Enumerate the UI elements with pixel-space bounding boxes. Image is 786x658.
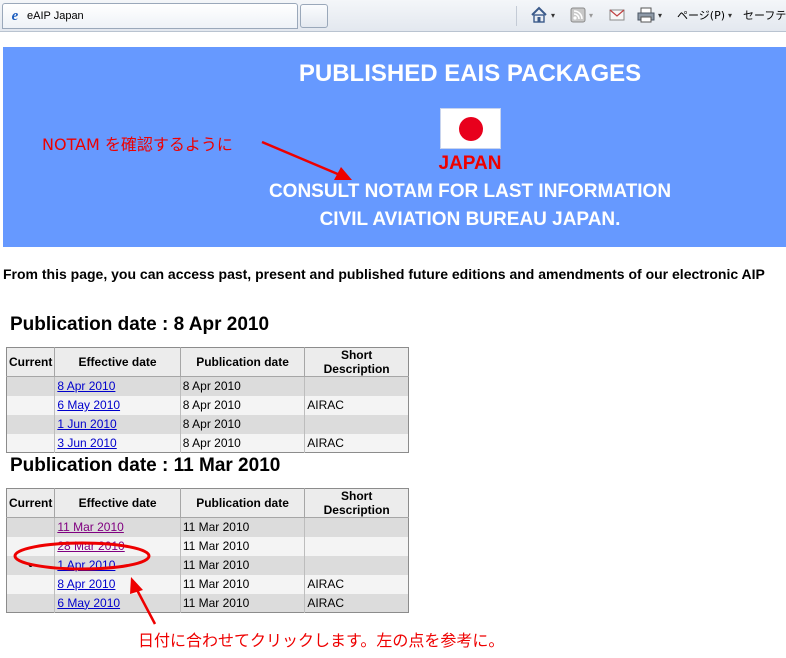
- short-description-cell: [304, 414, 409, 434]
- column-header-effective-date: Effective date: [54, 488, 181, 518]
- country-name: JAPAN: [438, 153, 502, 174]
- authority-name: CIVIL AVIATION BUREAU JAPAN.: [319, 209, 621, 230]
- flag-sun-disc: [459, 117, 483, 141]
- table-row: 28 Mar 2010 11 Mar 2010: [6, 536, 409, 556]
- browser-toolbar: e eAIP Japan ▾ ▾ ▾ ページ(P) ▾ セーフテ: [0, 0, 786, 32]
- effective-date-link[interactable]: 8 Apr 2010: [57, 577, 115, 591]
- column-header-effective-date: Effective date: [54, 347, 181, 377]
- column-header-publication-date: Publication date: [179, 347, 305, 377]
- safety-menu-label: セーフティ: [743, 9, 786, 22]
- chevron-down-icon[interactable]: ▾: [589, 11, 593, 20]
- current-marker: [6, 517, 55, 537]
- effective-date-cell: 28 Mar 2010: [54, 536, 181, 556]
- table-header-row: Current Effective date Publication date …: [6, 347, 409, 377]
- table-row: 8 Apr 2010 8 Apr 2010: [6, 376, 409, 396]
- mail-icon: [609, 9, 625, 21]
- safety-menu[interactable]: セーフティ: [743, 5, 786, 25]
- internet-explorer-icon: e: [11, 8, 19, 24]
- effective-date-link[interactable]: 8 Apr 2010: [57, 379, 115, 393]
- effective-date-cell: 8 Apr 2010: [54, 574, 181, 594]
- current-marker: [6, 536, 55, 556]
- publication-date-cell: 11 Mar 2010: [179, 517, 305, 537]
- short-description-cell: [304, 536, 409, 556]
- column-header-short-description: Short Description: [304, 488, 409, 518]
- consult-notam-notice: CONSULT NOTAM FOR LAST INFORMATION: [268, 181, 672, 202]
- table-row: 6 May 2010 8 Apr 2010 AIRAC: [6, 395, 409, 415]
- home-button[interactable]: ▾: [530, 5, 555, 25]
- effective-date-cell: 8 Apr 2010: [54, 376, 181, 396]
- effective-date-link[interactable]: 3 Jun 2010: [57, 436, 116, 450]
- section-heading: Publication date : 11 Mar 2010: [10, 455, 281, 476]
- chevron-down-icon[interactable]: ▾: [551, 11, 555, 20]
- effective-date-link[interactable]: 11 Mar 2010: [57, 520, 124, 534]
- new-tab-button[interactable]: [300, 4, 328, 28]
- table-row: 1 Jun 2010 8 Apr 2010: [6, 414, 409, 434]
- click-instruction-annotation: 日付に合わせてクリックします。左の点を参考に。: [138, 631, 505, 650]
- effective-date-link[interactable]: 6 May 2010: [57, 596, 120, 610]
- mail-button[interactable]: [609, 5, 625, 25]
- current-marker: •: [6, 555, 55, 575]
- effective-date-link[interactable]: 28 Mar 2010: [57, 539, 124, 553]
- effective-date-cell: 3 Jun 2010: [54, 433, 181, 453]
- short-description-cell: AIRAC: [304, 574, 409, 594]
- japan-flag-icon: [440, 108, 501, 149]
- publication-date-cell: 11 Mar 2010: [179, 593, 305, 613]
- section-heading: Publication date : 8 Apr 2010: [10, 314, 270, 335]
- feeds-button[interactable]: ▾: [570, 5, 593, 25]
- publication-date-cell: 8 Apr 2010: [179, 433, 305, 453]
- browser-tab[interactable]: e eAIP Japan: [2, 3, 298, 29]
- publication-date-cell: 11 Mar 2010: [179, 536, 305, 556]
- short-description-cell: AIRAC: [304, 433, 409, 453]
- printer-icon: [637, 7, 655, 23]
- print-button[interactable]: ▾: [637, 5, 662, 25]
- effective-date-link[interactable]: 6 May 2010: [57, 398, 120, 412]
- short-description-cell: [304, 517, 409, 537]
- column-header-current: Current: [6, 488, 55, 518]
- table-row: 11 Mar 2010 11 Mar 2010: [6, 517, 409, 537]
- chevron-down-icon[interactable]: ▾: [728, 11, 732, 20]
- rss-feed-icon: [570, 7, 586, 23]
- table-row: 6 May 2010 11 Mar 2010 AIRAC: [6, 593, 409, 613]
- effective-date-cell: 6 May 2010: [54, 593, 181, 613]
- page-menu-label: ページ(P): [677, 9, 725, 22]
- table-row: 3 Jun 2010 8 Apr 2010 AIRAC: [6, 433, 409, 453]
- home-icon: [531, 6, 547, 23]
- tab-title: eAIP Japan: [27, 10, 84, 22]
- short-description-cell: AIRAC: [304, 395, 409, 415]
- column-header-short-description: Short Description: [304, 347, 409, 377]
- table-row: • 1 Apr 2010 11 Mar 2010: [6, 555, 409, 575]
- publication-date-cell: 8 Apr 2010: [179, 395, 305, 415]
- short-description-cell: [304, 376, 409, 396]
- chevron-down-icon[interactable]: ▾: [658, 11, 662, 20]
- current-marker: [6, 593, 55, 613]
- toolbar-separator: [516, 6, 517, 26]
- page-title: PUBLISHED EAIS PACKAGES: [298, 60, 642, 87]
- column-header-current: Current: [6, 347, 55, 377]
- effective-date-cell: 6 May 2010: [54, 395, 181, 415]
- effective-date-cell: 1 Jun 2010: [54, 414, 181, 434]
- page-menu[interactable]: ページ(P) ▾: [677, 5, 732, 25]
- notam-annotation: NOTAM を確認するように: [42, 135, 233, 154]
- current-marker: [6, 376, 55, 396]
- table-header-row: Current Effective date Publication date …: [6, 488, 409, 518]
- publication-date-cell: 11 Mar 2010: [179, 555, 305, 575]
- intro-text: From this page, you can access past, pre…: [3, 266, 765, 282]
- publication-date-cell: 11 Mar 2010: [179, 574, 305, 594]
- publication-date-cell: 8 Apr 2010: [179, 376, 305, 396]
- packages-table: Current Effective date Publication date …: [6, 347, 409, 453]
- effective-date-link[interactable]: 1 Apr 2010: [57, 558, 115, 572]
- current-marker: [6, 574, 55, 594]
- effective-date-link[interactable]: 1 Jun 2010: [57, 417, 116, 431]
- column-header-publication-date: Publication date: [179, 488, 305, 518]
- short-description-cell: [304, 555, 409, 575]
- effective-date-cell: 11 Mar 2010: [54, 517, 181, 537]
- publication-date-cell: 8 Apr 2010: [179, 414, 305, 434]
- table-row: 8 Apr 2010 11 Mar 2010 AIRAC: [6, 574, 409, 594]
- effective-date-cell: 1 Apr 2010: [54, 555, 181, 575]
- current-marker: [6, 433, 55, 453]
- packages-table: Current Effective date Publication date …: [6, 488, 409, 613]
- short-description-cell: AIRAC: [304, 593, 409, 613]
- current-marker: [6, 414, 55, 434]
- current-marker: [6, 395, 55, 415]
